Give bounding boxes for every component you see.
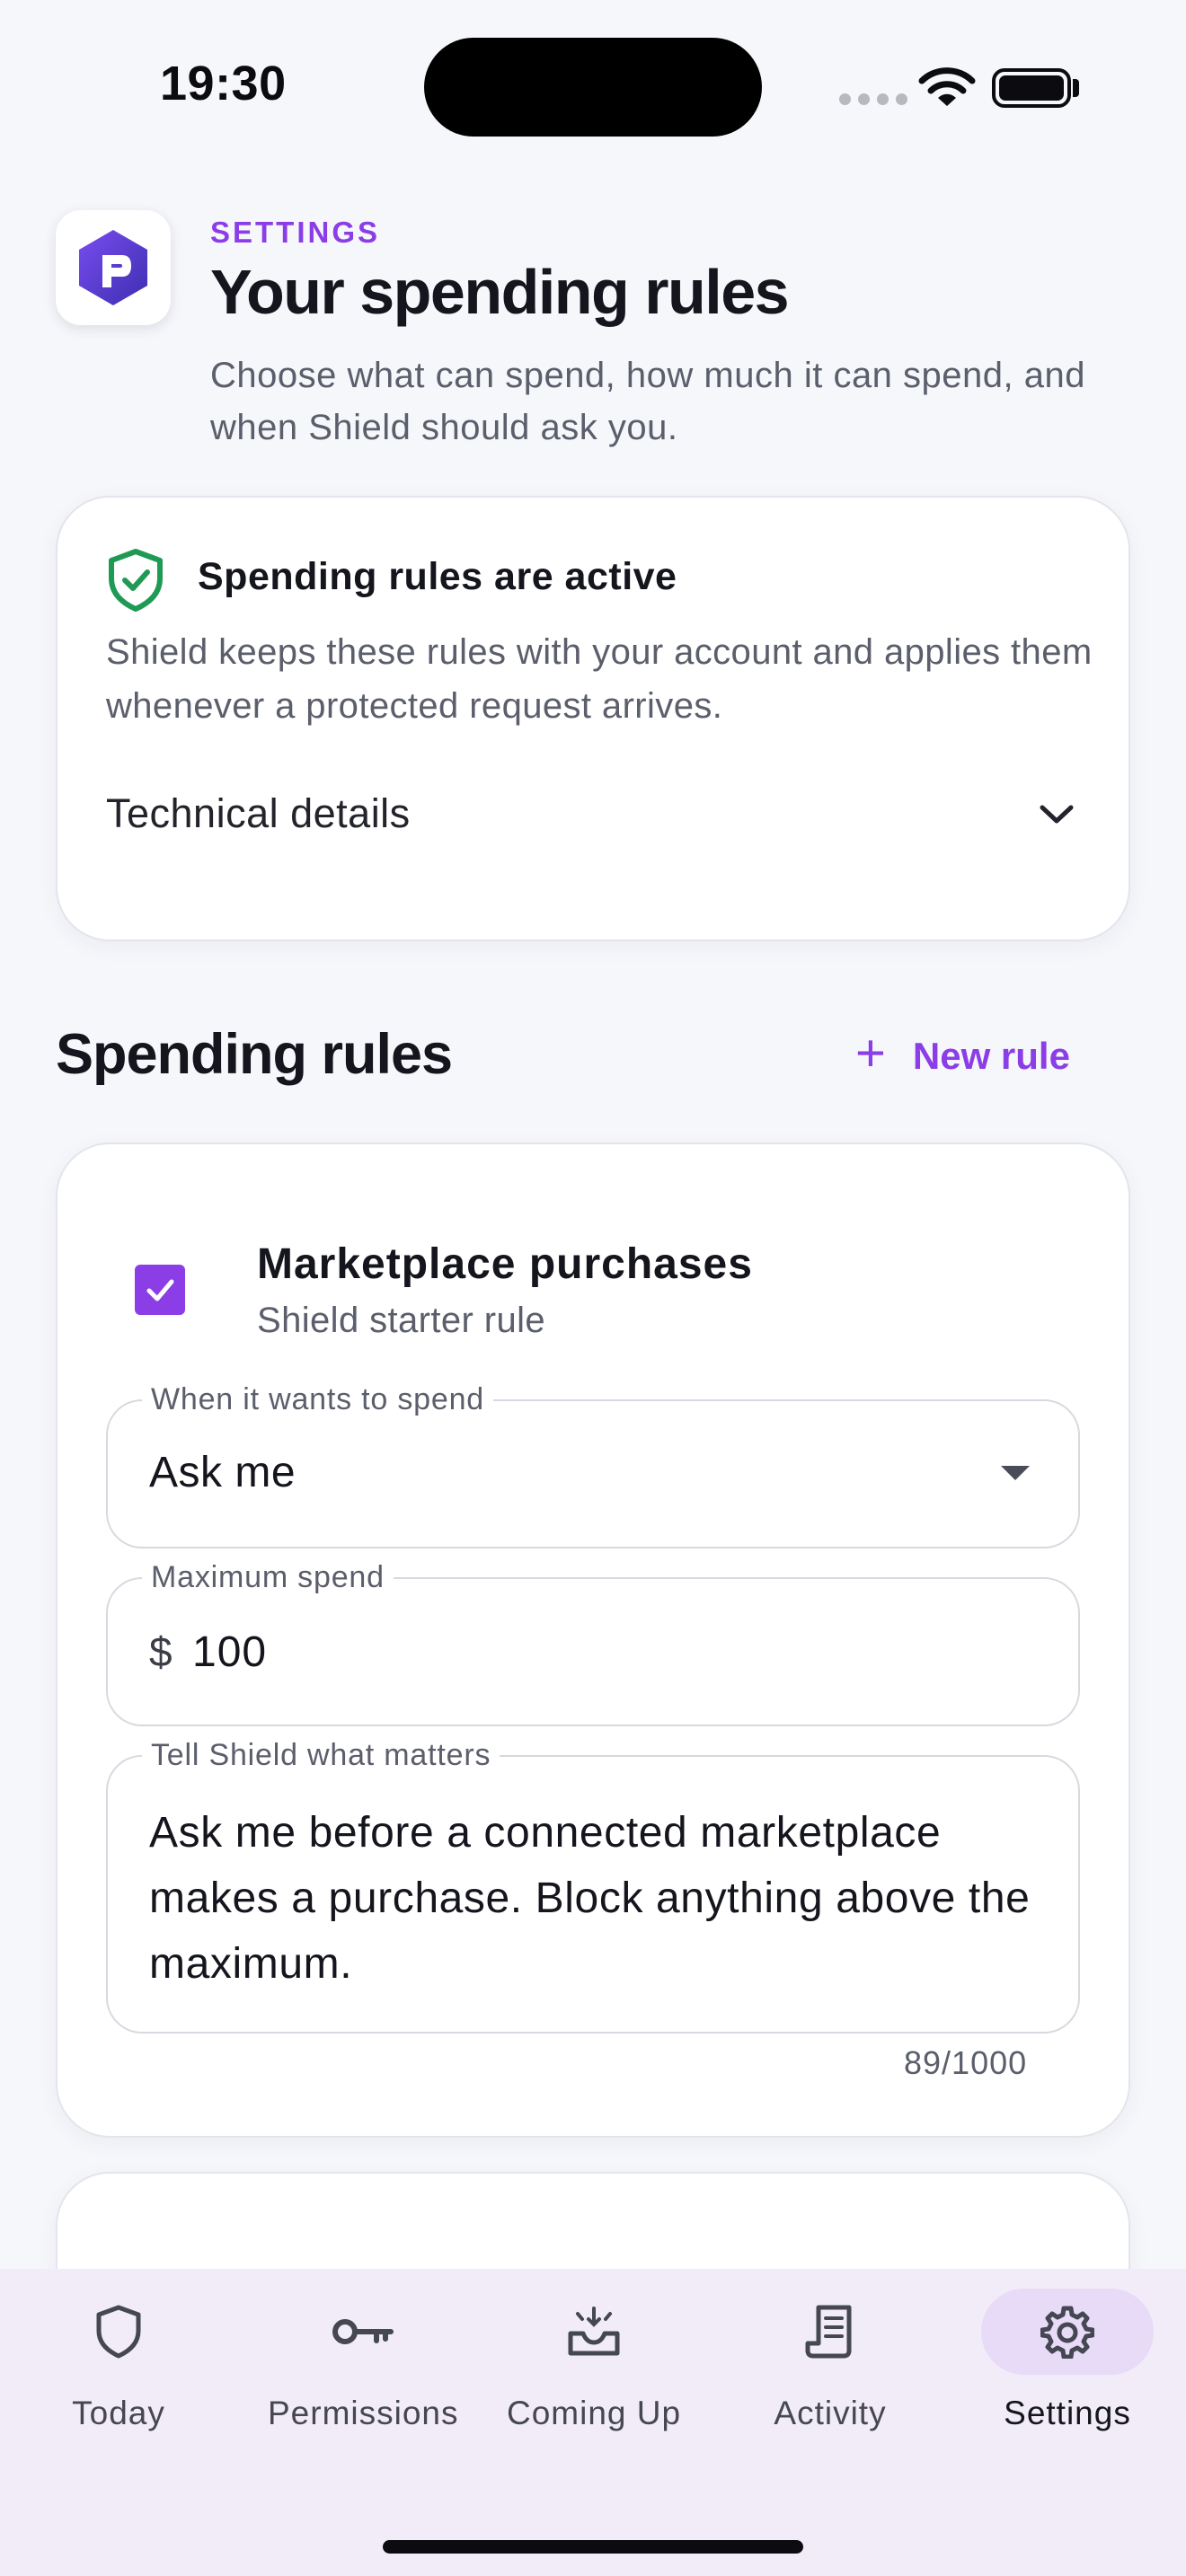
status-time: 19:30 (160, 57, 287, 110)
battery-cap (1073, 79, 1079, 97)
new-rule-label: New rule (912, 1035, 1070, 1077)
tab-today-label: Today (72, 2395, 165, 2431)
battery-icon (992, 68, 1071, 108)
character-counter: 89/1000 (904, 2044, 1028, 2081)
tab-coming-up-label: Coming Up (507, 2395, 682, 2431)
tab-today[interactable]: Today (32, 2289, 205, 2450)
spend-mode-select[interactable]: When it wants to spend Ask me (106, 1381, 1080, 1548)
rule-subtitle: Shield starter rule (257, 1301, 546, 1340)
tab-coming-up[interactable]: Coming Up (507, 2289, 681, 2450)
rule-note-value: Ask me before a connected marketplace ma… (149, 1809, 1031, 1988)
section-title: Spending rules (56, 1023, 453, 1086)
rule-note-textarea[interactable]: Tell Shield what matters Ask me before a… (106, 1737, 1080, 2033)
rule-name: Marketplace purchases (257, 1240, 753, 1288)
shield-icon (96, 2305, 141, 2359)
rule-enabled-checkbox[interactable] (135, 1265, 185, 1315)
status-description: Shield keeps these rules with your accou… (106, 632, 1093, 726)
wifi-icon (918, 67, 976, 106)
dropdown-arrow-icon (1001, 1466, 1030, 1480)
checkmark-icon (146, 1279, 174, 1301)
technical-details-toggle[interactable]: Technical details (106, 785, 1076, 842)
new-rule-button[interactable]: + New rule (855, 1024, 1070, 1083)
shield-logo-icon (56, 210, 171, 325)
technical-details-label: Technical details (106, 790, 411, 836)
gear-icon (1040, 2306, 1094, 2359)
plus-icon: + (855, 1024, 886, 1082)
home-indicator (383, 2540, 803, 2554)
tab-activity[interactable]: Activity (744, 2289, 916, 2450)
page-subtitle: Choose what can spend, how much it can s… (210, 356, 1085, 447)
inbox-icon (568, 2307, 620, 2356)
tab-permissions[interactable]: Permissions (268, 2289, 459, 2450)
dynamic-island (424, 38, 762, 137)
cellular-signal-icon (839, 93, 907, 105)
page-title: Your spending rules (210, 257, 790, 327)
spend-mode-value: Ask me (149, 1449, 296, 1496)
page-eyebrow: SETTINGS (210, 216, 381, 249)
tab-settings[interactable]: Settings (981, 2289, 1154, 2450)
receipt-icon (805, 2305, 852, 2359)
maximum-spend-value: 100 (192, 1628, 268, 1676)
tab-activity-label: Activity (774, 2395, 887, 2431)
currency-symbol: $ (149, 1628, 173, 1675)
spend-mode-label: When it wants to spend (142, 1381, 494, 1417)
status-title: Spending rules are active (198, 555, 677, 598)
maximum-spend-input[interactable]: Maximum spend $ 100 (106, 1559, 1080, 1726)
key-icon (332, 2319, 394, 2344)
chevron-down-icon (1040, 805, 1074, 824)
tab-permissions-label: Permissions (268, 2395, 459, 2431)
maximum-spend-label: Maximum spend (142, 1559, 394, 1595)
rule-note-label: Tell Shield what matters (142, 1737, 500, 1773)
shield-check-icon (109, 549, 163, 612)
tab-settings-label: Settings (1004, 2395, 1131, 2431)
